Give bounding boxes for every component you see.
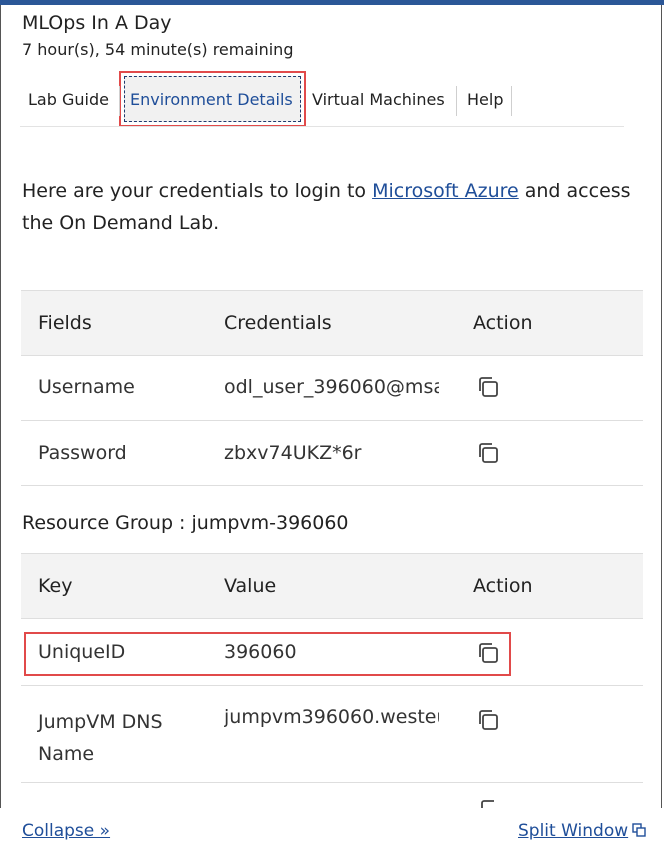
table-header: Fields Credentials Action <box>21 290 643 356</box>
intro-text: Here are your credentials to login to Mi… <box>22 175 642 239</box>
table-row: Username odl_user_396060@msa <box>21 356 643 421</box>
table-header: Key Value Action <box>21 553 643 619</box>
table-row: Password zbxv74UKZ*6r <box>21 421 643 486</box>
tab-bar: Lab Guide Environment Details Virtual Ma… <box>20 76 624 127</box>
tab-separator <box>119 86 120 116</box>
split-window-link[interactable]: Split Window <box>518 821 646 841</box>
header-value: Value <box>224 575 277 597</box>
table-row: JumpVM DNS Name jumpvm396060.westeu <box>21 686 643 783</box>
username-value: odl_user_396060@msa <box>224 376 439 398</box>
header-key: Key <box>38 575 73 597</box>
uniqueid-row-highlight <box>24 632 511 676</box>
tab-separator <box>511 86 512 116</box>
copy-icon[interactable] <box>476 708 500 732</box>
header-action: Action <box>473 575 533 597</box>
header-fields: Fields <box>38 312 92 334</box>
field-password: Password <box>38 442 127 464</box>
microsoft-azure-link[interactable]: Microsoft Azure <box>372 180 519 202</box>
tab-environment-details[interactable]: Environment Details <box>130 76 293 124</box>
tab-separator <box>456 86 457 116</box>
top-accent-bar <box>0 0 664 5</box>
password-value: zbxv74UKZ*6r <box>224 442 362 464</box>
resource-group-title: Resource Group : jumpvm-396060 <box>22 512 349 534</box>
tab-help[interactable]: Help <box>467 76 503 124</box>
field-username: Username <box>38 376 135 398</box>
lab-title: MLOps In A Day <box>22 12 172 34</box>
copy-icon[interactable] <box>476 375 500 399</box>
key-jumpvm-dns-name: JumpVM DNS Name <box>38 711 163 765</box>
header-action: Action <box>473 312 533 334</box>
tab-virtual-machines[interactable]: Virtual Machines <box>312 76 445 124</box>
header-credentials: Credentials <box>224 312 332 334</box>
intro-text-before: Here are your credentials to login to <box>22 180 373 202</box>
collapse-link[interactable]: Collapse » <box>22 821 110 841</box>
tab-lab-guide[interactable]: Lab Guide <box>28 76 109 124</box>
copy-icon[interactable] <box>476 441 500 465</box>
split-window-icon <box>632 823 646 837</box>
time-remaining: 7 hour(s), 54 minute(s) remaining <box>22 40 294 59</box>
jumpvm-dns-value: jumpvm396060.westeu <box>224 706 439 728</box>
credentials-table: Fields Credentials Action Username odl_u… <box>21 290 643 486</box>
split-window-label: Split Window <box>518 821 629 841</box>
